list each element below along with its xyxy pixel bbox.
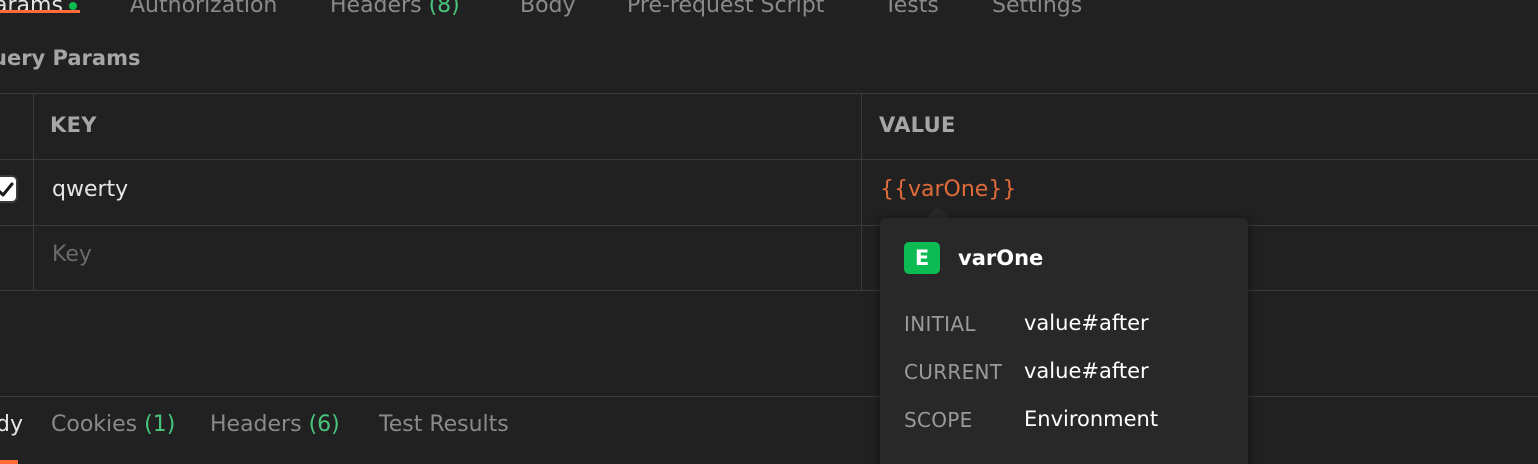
param-key-cell[interactable]: qwerty (52, 177, 128, 202)
params-table: KEY VALUE qwerty {{varOne}} Key (0, 93, 1538, 291)
tab-body[interactable]: Body (520, 0, 576, 26)
table-col-divider-value (861, 93, 862, 291)
current-value: value#after (1024, 359, 1149, 383)
tab-cookies[interactable]: Cookies (1) (51, 412, 175, 437)
params-indicator-dot (68, 2, 77, 10)
request-editor: arams Authorization Headers (8) Body Pre… (0, 0, 1538, 464)
tab-authorization-label: Authorization (130, 0, 278, 18)
tab-test-results[interactable]: Test Results (379, 412, 509, 437)
tab-response-headers-count: (6) (308, 412, 340, 437)
tab-tests-label: Tests (884, 0, 939, 18)
tab-pre-request-script[interactable]: Pre-request Script (627, 0, 824, 26)
tab-response-body[interactable]: dy (0, 412, 23, 437)
tab-body-label: Body (520, 0, 576, 18)
new-key-input[interactable]: Key (52, 242, 92, 267)
tab-response-headers-label: Headers (210, 412, 302, 437)
param-value-cell[interactable]: {{varOne}} (880, 177, 1016, 202)
tab-headers-count: (8) (428, 0, 460, 18)
variable-tooltip: E varOne INITIAL value#after CURRENT val… (880, 218, 1248, 464)
section-title: uery Params (0, 46, 141, 70)
response-divider (0, 396, 1538, 397)
table-row-divider (0, 225, 1538, 226)
tab-headers[interactable]: Headers (8) (330, 0, 460, 26)
tab-tests[interactable]: Tests (884, 0, 939, 26)
tab-authorization[interactable]: Authorization (130, 0, 277, 26)
current-label: CURRENT (904, 360, 1003, 384)
key-column-header: KEY (50, 113, 97, 137)
initial-value: value#after (1024, 311, 1149, 335)
tab-cookies-label: Cookies (51, 412, 138, 437)
response-tab-underline (0, 460, 18, 464)
tab-response-headers[interactable]: Headers (6) (210, 412, 340, 437)
tooltip-arrow (926, 206, 950, 218)
tab-params-label: arams (0, 0, 63, 18)
tab-settings-label: Settings (992, 0, 1083, 18)
tab-headers-label: Headers (330, 0, 422, 18)
value-column-header: VALUE (879, 113, 956, 137)
tab-params[interactable]: arams (0, 0, 77, 26)
variable-name: varOne (958, 246, 1044, 270)
scope-value: Environment (1024, 407, 1159, 431)
table-border-top (0, 93, 1538, 94)
environment-badge-icon: E (904, 242, 940, 274)
table-col-divider-check (33, 93, 34, 291)
tab-settings[interactable]: Settings (992, 0, 1082, 26)
scope-label: SCOPE (904, 408, 973, 432)
tab-test-results-label: Test Results (379, 412, 509, 437)
table-header-divider (0, 159, 1538, 160)
tab-response-body-label: dy (0, 412, 23, 437)
row-enabled-checkbox[interactable] (0, 175, 18, 203)
request-tabs: arams Authorization Headers (8) Body Pre… (0, 0, 1538, 26)
active-tab-underline (0, 10, 80, 13)
initial-label: INITIAL (904, 312, 976, 336)
tab-pre-request-script-label: Pre-request Script (627, 0, 825, 18)
table-border-bottom (0, 290, 1538, 291)
checkmark-icon (0, 182, 14, 197)
tab-cookies-count: (1) (144, 412, 176, 437)
